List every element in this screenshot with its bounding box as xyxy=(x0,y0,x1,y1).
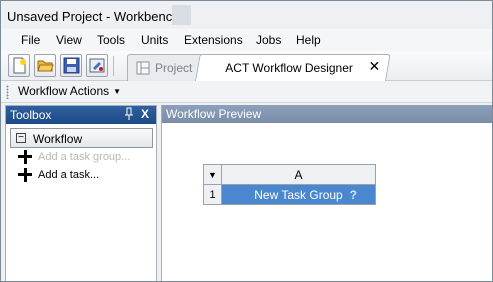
project-icon xyxy=(136,61,150,75)
new-project-button[interactable] xyxy=(8,54,30,77)
menu-jobs[interactable]: Jobs xyxy=(256,33,281,47)
help-icon[interactable]: ? xyxy=(350,188,357,202)
pin-icon[interactable] xyxy=(124,107,134,121)
new-icon xyxy=(13,57,26,74)
close-toolbox-icon[interactable]: X xyxy=(141,107,149,121)
workbench-window: Unsaved Project - Workbench File View To… xyxy=(0,0,493,282)
import-icon xyxy=(89,58,105,73)
open-icon xyxy=(37,60,54,72)
toolbox-header: Toolbox X xyxy=(6,106,156,124)
grid-corner-dropdown[interactable]: ▼ xyxy=(203,164,222,185)
column-header-a[interactable]: A xyxy=(221,164,376,185)
task-group-cell[interactable]: New Task Group ? xyxy=(221,184,376,205)
menu-help[interactable]: Help xyxy=(296,33,321,47)
toolbox-panel: Toolbox X − Workflow Add a task group...… xyxy=(5,105,157,281)
tab-act-label: ACT Workflow Designer xyxy=(225,61,353,75)
titlebar-placeholder xyxy=(172,5,191,25)
add-task-group-label: Add a task group... xyxy=(38,150,131,163)
add-task-label: Add a task... xyxy=(38,168,100,181)
tab-project-label: Project xyxy=(155,61,193,75)
save-project-button[interactable] xyxy=(60,54,82,77)
menu-units[interactable]: Units xyxy=(141,33,168,47)
import-button[interactable] xyxy=(86,54,108,77)
workflow-actions-bar: Workflow Actions ▼ xyxy=(1,81,492,103)
tab-act-workflow-designer[interactable]: ACT Workflow Designer ✕ xyxy=(195,54,391,81)
menu-file[interactable]: File xyxy=(21,33,40,47)
preview-title: Workflow Preview xyxy=(166,107,262,121)
collapse-icon[interactable]: − xyxy=(16,133,26,143)
workflow-section-header[interactable]: − Workflow xyxy=(10,128,153,148)
add-task-group-item[interactable]: Add a task group... xyxy=(18,150,130,164)
workflow-actions-dropdown[interactable]: Workflow Actions ▼ xyxy=(18,84,121,98)
workflow-actions-label: Workflow Actions xyxy=(18,84,110,98)
row-header-1[interactable]: 1 xyxy=(203,184,222,205)
plus-icon xyxy=(18,150,32,164)
menu-view[interactable]: View xyxy=(56,33,82,47)
workflow-section-label: Workflow xyxy=(33,132,83,146)
window-title: Unsaved Project - Workbench xyxy=(7,9,180,24)
title-bar: Unsaved Project - Workbench xyxy=(1,1,492,29)
chevron-down-icon: ▼ xyxy=(113,87,122,96)
menu-bar: File View Tools Units Extensions Jobs He… xyxy=(1,29,492,51)
menu-extensions[interactable]: Extensions xyxy=(184,33,243,47)
workflow-preview-panel: Workflow Preview ▼ A 1 New Task Group ? xyxy=(161,105,492,281)
workflow-grid: ▼ A 1 New Task Group ? xyxy=(203,164,376,205)
toolbar-grip-icon[interactable] xyxy=(6,85,9,99)
save-icon xyxy=(63,57,80,74)
menu-tools[interactable]: Tools xyxy=(97,33,125,47)
toolbar-separator xyxy=(113,56,114,76)
tool-strip: Project ACT Workflow Designer ✕ xyxy=(1,51,492,81)
add-task-item[interactable]: Add a task... xyxy=(18,168,99,182)
plus-icon xyxy=(18,168,32,182)
task-group-label: New Task Group xyxy=(254,187,343,202)
open-project-button[interactable] xyxy=(34,54,56,77)
close-tab-icon[interactable]: ✕ xyxy=(369,58,381,75)
toolbox-title: Toolbox xyxy=(10,108,52,122)
preview-header: Workflow Preview xyxy=(162,105,492,123)
